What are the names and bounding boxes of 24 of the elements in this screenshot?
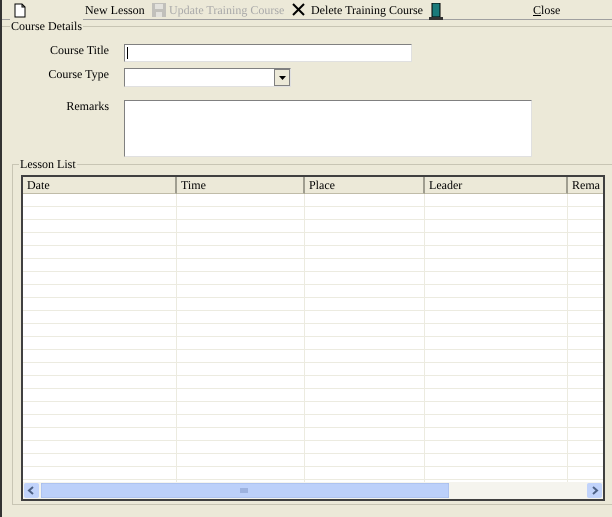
column-header[interactable]: Leader — [425, 177, 568, 194]
scroll-left-button[interactable] — [24, 483, 39, 498]
field-label: Remarks — [66, 99, 109, 113]
column-header[interactable]: Rema — [568, 177, 603, 194]
toolbar-button[interactable]: Delete Training Course — [311, 3, 423, 17]
column-header[interactable]: Time — [177, 177, 305, 194]
remarks-field[interactable] — [124, 100, 532, 157]
group-title: Course Details — [10, 19, 83, 33]
column-header[interactable]: Date — [23, 177, 177, 194]
toolbar-button[interactable]: New Lesson — [85, 3, 145, 17]
scroll-right-button[interactable] — [587, 483, 602, 498]
field-label: Course Type — [48, 67, 109, 81]
new-document-icon[interactable] — [14, 3, 26, 18]
door-icon[interactable] — [429, 3, 443, 20]
lesson-table[interactable]: Date Time Place Leader Rema — [21, 175, 605, 501]
scrollbar-thumb[interactable] — [41, 483, 449, 498]
input-field[interactable] — [124, 44, 412, 62]
close-icon[interactable] — [292, 3, 305, 16]
dropdown-field[interactable] — [124, 68, 291, 87]
group-title: Lesson List — [19, 157, 77, 171]
column-header[interactable]: Place — [305, 177, 425, 194]
toolbar-button[interactable]: Close — [533, 3, 560, 17]
dropdown-arrow-icon[interactable] — [278, 76, 286, 80]
field-label: Course Title — [50, 43, 109, 57]
